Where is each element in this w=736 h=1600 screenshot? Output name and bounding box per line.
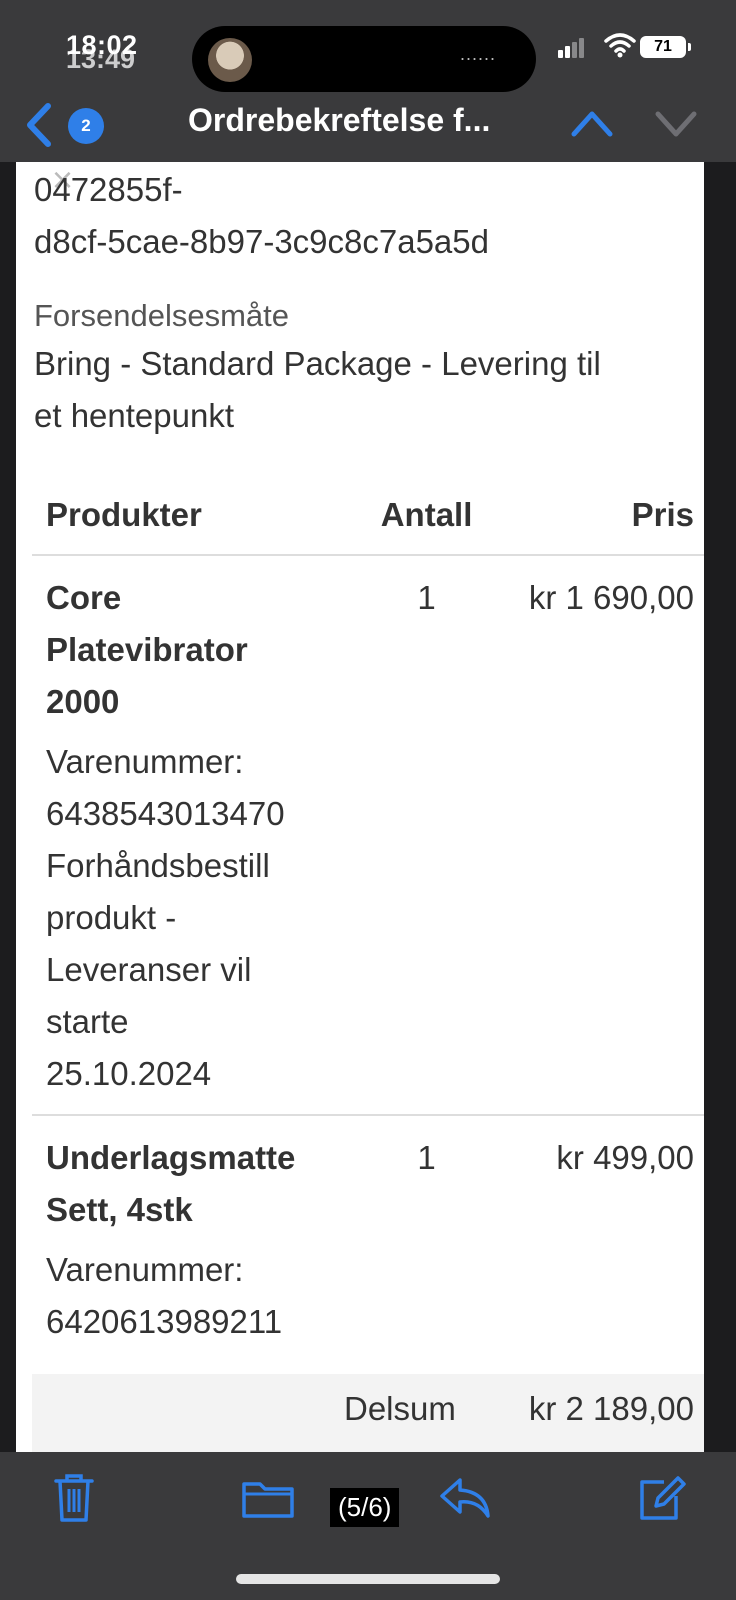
order-id-line-1: 0472855f- — [34, 171, 183, 208]
folder-icon[interactable] — [240, 1472, 296, 1524]
unread-count-badge[interactable]: 2 — [68, 108, 104, 144]
trash-icon[interactable] — [52, 1472, 96, 1524]
sku-label: Varenummer: — [46, 743, 244, 780]
products-table: Produkter Antall Pris Core Platevibrator… — [32, 478, 704, 1362]
status-bar: 18:02 13:49 ...... 71 — [0, 0, 736, 92]
table-row: Core Platevibrator 2000 Varenummer: 6438… — [32, 555, 704, 1116]
back-chevron-icon[interactable] — [20, 100, 60, 150]
cellular-signal-icon — [558, 38, 586, 58]
preorder-note-line: starte — [46, 1003, 129, 1040]
compose-icon[interactable] — [636, 1472, 686, 1524]
battery-icon: 71 — [640, 36, 686, 58]
reply-icon[interactable] — [438, 1472, 492, 1524]
mail-nav-bar: 2 Ordrebekreftelse f... — [0, 92, 736, 162]
preorder-note-line: Forhåndsbestill — [46, 847, 270, 884]
header-quantity: Antall — [360, 478, 494, 556]
wifi-icon — [604, 33, 636, 58]
sku-label: Varenummer: — [46, 1251, 244, 1288]
preorder-note-line: produkt - — [46, 899, 177, 936]
home-indicator[interactable] — [236, 1574, 500, 1584]
product-name-line: Underlagsmatte — [46, 1139, 296, 1176]
quantity-cell: 1 — [417, 1139, 436, 1176]
mail-toolbar: (5/6) — [0, 1452, 736, 1600]
price-cell: kr 1 690,00 — [493, 555, 704, 1116]
message-subject-title: Ordrebekreftelse f... — [188, 102, 491, 138]
sku-value: 6438543013470 — [46, 795, 285, 832]
product-cell: Underlagsmatte Sett, 4stk Varenummer: 64… — [32, 1115, 360, 1362]
price-cell: kr 499,00 — [556, 1139, 694, 1176]
table-row: Underlagsmatte Sett, 4stk Varenummer: 64… — [32, 1115, 704, 1362]
shipping-method-line-2: et hentepunkt — [34, 397, 234, 434]
shipping-method: Bring - Standard Package - Levering til … — [34, 338, 601, 442]
dynamic-island[interactable]: ...... — [192, 26, 536, 92]
email-body[interactable]: × 0472855f- d8cf-5cae-8b97-3c9c8c7a5a5d … — [16, 162, 704, 1452]
product-name-line: Sett, 4stk — [46, 1191, 193, 1228]
header-price: Pris — [493, 478, 704, 556]
shipping-label: Forsendelsesmåte — [34, 298, 290, 333]
product-name-line: Core — [46, 579, 122, 616]
subtotal-row: Delsum kr 2 189,00 — [32, 1374, 704, 1452]
order-id-line-2: d8cf-5cae-8b97-3c9c8c7a5a5d — [34, 223, 489, 260]
product-cell: Core Platevibrator 2000 Varenummer: 6438… — [32, 555, 360, 1116]
sku-value: 6420613989211 — [46, 1303, 283, 1340]
product-name-line: 2000 — [46, 683, 120, 720]
subtotal-value: kr 2 189,00 — [528, 1390, 694, 1427]
status-time-overlay: 13:49 — [66, 44, 136, 74]
table-header-row: Produkter Antall Pris — [32, 478, 704, 556]
header-products: Produkter — [32, 478, 360, 556]
quantity-cell: 1 — [360, 555, 494, 1116]
battery-tip — [688, 43, 691, 51]
page-counter: (5/6) — [330, 1488, 400, 1527]
product-meta: Varenummer: 6438543013470 Forhåndsbestil… — [46, 736, 346, 1100]
preorder-note-line: 25.10.2024 — [46, 1055, 212, 1092]
island-dots: ...... — [459, 44, 496, 64]
product-name-line: Platevibrator — [46, 631, 248, 668]
previous-message-icon[interactable] — [570, 106, 614, 140]
product-name: Underlagsmatte Sett, 4stk — [46, 1132, 346, 1236]
subtotal-label: Delsum — [344, 1390, 456, 1427]
preorder-note-line: Leveranser vil — [46, 951, 252, 988]
next-message-icon[interactable] — [654, 106, 698, 140]
product-meta: Varenummer: 6420613989211 — [46, 1244, 346, 1348]
now-playing-avatar — [208, 38, 252, 82]
order-id: 0472855f- d8cf-5cae-8b97-3c9c8c7a5a5d — [34, 164, 489, 268]
product-name: Core Platevibrator 2000 — [46, 572, 346, 728]
shipping-method-line-1: Bring - Standard Package - Levering til — [34, 345, 601, 382]
